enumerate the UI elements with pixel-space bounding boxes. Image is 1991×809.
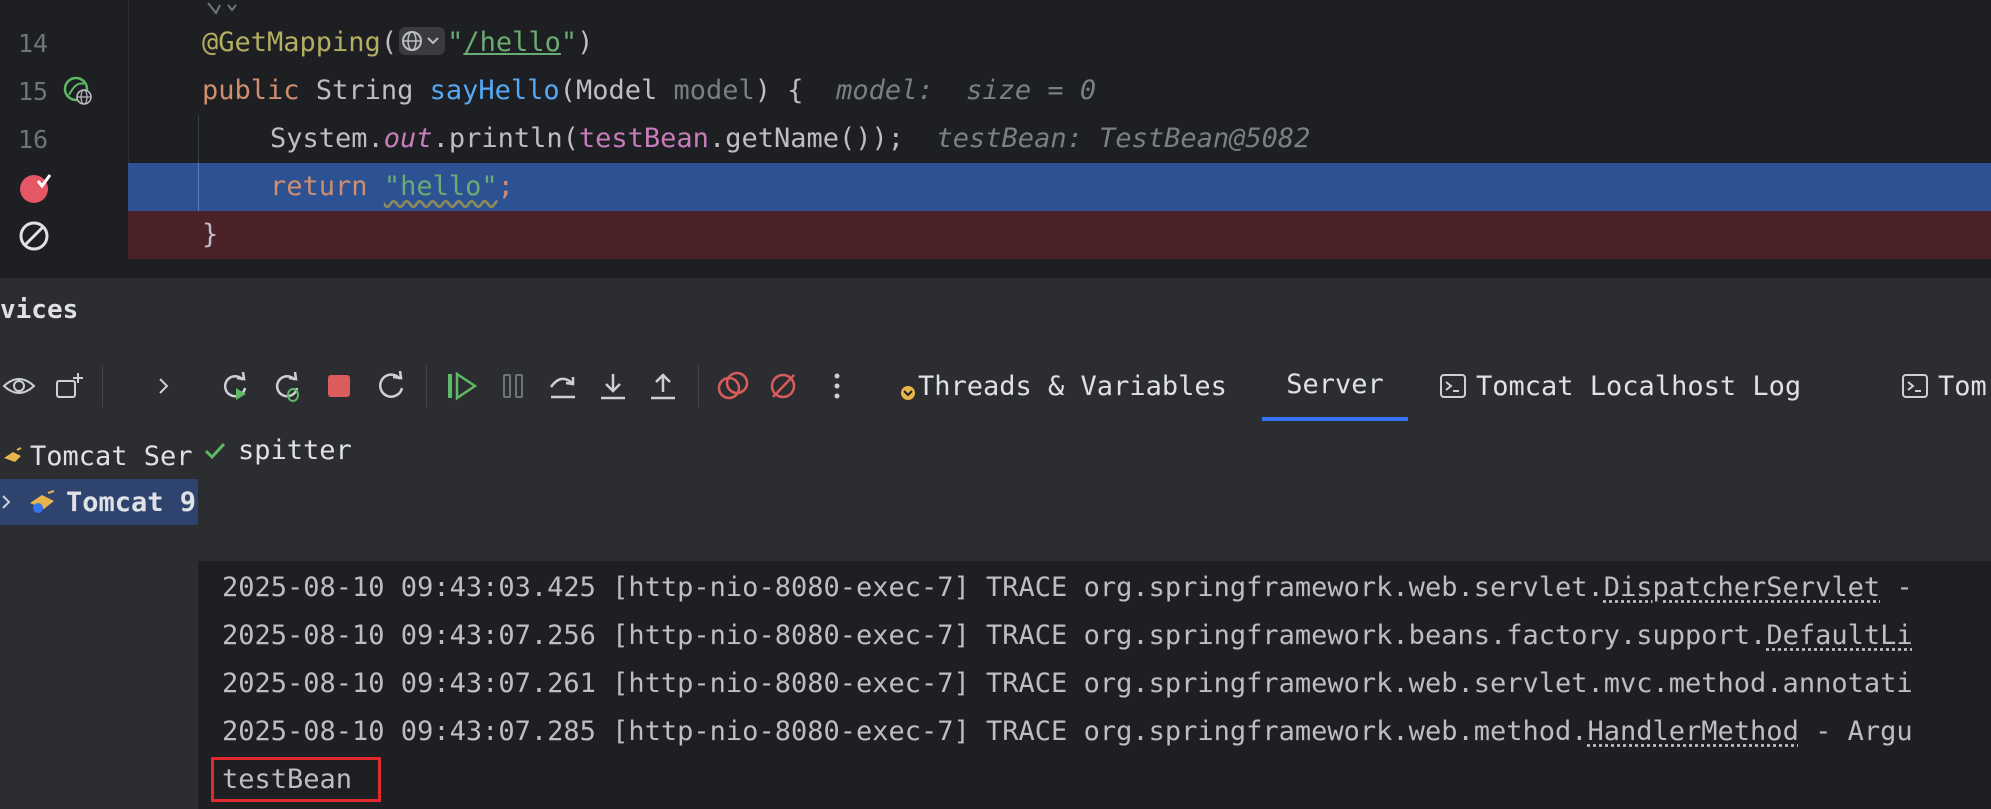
deployment-list[interactable]: spitter bbox=[198, 421, 1991, 561]
annotation-highlight-box bbox=[211, 757, 381, 802]
update-icon[interactable] bbox=[374, 369, 408, 403]
deployment-name: spitter bbox=[238, 435, 352, 466]
code-line-14[interactable]: 14 @GetMapping("/hello") bbox=[0, 19, 1991, 67]
code-line-16[interactable]: 16 System.out.println(testBean.getName()… bbox=[0, 115, 1991, 163]
spring-web-endpoint-icon[interactable] bbox=[62, 75, 94, 107]
step-into-icon[interactable] bbox=[596, 369, 630, 403]
view-breakpoints-icon[interactable] bbox=[716, 369, 750, 403]
services-tree-toolbar bbox=[0, 351, 198, 422]
debug-toolbar: Threads & Variables Server Tomcat Localh… bbox=[198, 351, 1991, 422]
tree-item-tomcat-instance[interactable]: Tomcat 9 bbox=[0, 479, 198, 525]
tab-label: Threads & Variables bbox=[918, 370, 1227, 402]
tab-label: Tom bbox=[1938, 370, 1987, 402]
breakpoint-icon[interactable] bbox=[18, 171, 54, 205]
tree-item-label: Tomcat Ser bbox=[30, 440, 193, 472]
code-line-closing[interactable]: } bbox=[0, 211, 1991, 259]
log-line: 2025-08-10 09:43:07.261 [http-nio-8080-e… bbox=[222, 668, 1913, 699]
console-icon bbox=[1440, 374, 1466, 398]
check-icon bbox=[204, 441, 230, 461]
stop-icon[interactable] bbox=[322, 369, 356, 403]
mute-breakpoints-icon[interactable] bbox=[17, 219, 51, 253]
tree-item-tomcat-server[interactable]: Tomcat Ser bbox=[0, 433, 198, 479]
step-over-icon[interactable] bbox=[546, 369, 580, 403]
indent-guide bbox=[198, 115, 199, 163]
line-number: 16 bbox=[18, 125, 49, 154]
threads-warning-icon bbox=[900, 371, 918, 401]
tab-label: Tomcat Localhost Log bbox=[1476, 370, 1802, 402]
code-text: @GetMapping("/hello") bbox=[202, 27, 594, 58]
tab-threads-variables[interactable]: Threads & Variables bbox=[900, 351, 1227, 421]
code-editor[interactable]: 14 @GetMapping("/hello") 15 public Strin… bbox=[0, 0, 1991, 259]
log-line: 2025-08-10 09:43:03.425 [http-nio-8080-e… bbox=[222, 572, 1913, 603]
tab-tomcat-catalina-log[interactable]: Tom bbox=[1902, 351, 1987, 421]
chevron-right-icon[interactable] bbox=[0, 494, 14, 510]
code-text: } bbox=[202, 219, 219, 250]
code-text: System.out.println(testBean.getName()); … bbox=[270, 123, 1311, 154]
code-line-current[interactable]: return "hello"; bbox=[0, 163, 1991, 211]
endpoint-url[interactable]: /hello bbox=[463, 27, 561, 58]
mute-breakpoints-icon[interactable] bbox=[766, 369, 800, 403]
rerun-icon[interactable] bbox=[218, 369, 252, 403]
inline-debug-value[interactable]: testBean: TestBean@5082 bbox=[937, 123, 1311, 154]
annotation: @GetMapping bbox=[202, 27, 381, 58]
code-line-15[interactable]: 15 public String sayHello(Model model) {… bbox=[0, 67, 1991, 115]
log-line: 2025-08-10 09:43:07.285 [http-nio-8080-e… bbox=[222, 716, 1913, 747]
tab-server[interactable]: Server bbox=[1262, 351, 1408, 421]
services-tree[interactable]: Tomcat Ser Tomcat 9 bbox=[0, 421, 199, 809]
step-out-icon[interactable] bbox=[646, 369, 680, 403]
new-service-icon[interactable] bbox=[52, 369, 86, 403]
code-vision-icon[interactable] bbox=[206, 0, 240, 15]
tab-tomcat-localhost-log[interactable]: Tomcat Localhost Log bbox=[1440, 351, 1801, 421]
more-icon[interactable] bbox=[820, 369, 854, 403]
resume-icon[interactable] bbox=[444, 369, 478, 403]
tree-item-label: Tomcat 9 bbox=[66, 486, 197, 518]
tomcat-icon bbox=[0, 446, 26, 466]
line-number: 14 bbox=[18, 29, 49, 58]
line-highlight bbox=[128, 211, 1991, 259]
services-title: vices bbox=[0, 295, 79, 325]
deployment-item[interactable]: spitter bbox=[204, 435, 352, 466]
chevron-right-icon[interactable] bbox=[146, 369, 180, 403]
method-name: sayHello bbox=[429, 75, 560, 106]
code-text: return "hello"; bbox=[270, 171, 514, 202]
inline-debug-value[interactable]: model: size = 0 bbox=[836, 75, 1096, 106]
globe-chevron-icon[interactable] bbox=[399, 27, 446, 55]
line-number: 15 bbox=[18, 77, 49, 106]
services-tool-window-header bbox=[0, 277, 1991, 352]
eye-icon[interactable] bbox=[2, 369, 36, 403]
rerun-debug-icon[interactable] bbox=[270, 369, 304, 403]
code-text: public String sayHello(Model model) { mo… bbox=[202, 75, 1097, 106]
log-line: 2025-08-10 09:43:07.256 [http-nio-8080-e… bbox=[222, 620, 1913, 651]
console-icon bbox=[1902, 374, 1928, 398]
pause-icon[interactable] bbox=[496, 369, 530, 403]
tab-label: Server bbox=[1286, 368, 1384, 400]
server-log-console[interactable]: 2025-08-10 09:43:03.425 [http-nio-8080-e… bbox=[198, 561, 1991, 809]
tomcat-debug-icon bbox=[28, 489, 58, 515]
